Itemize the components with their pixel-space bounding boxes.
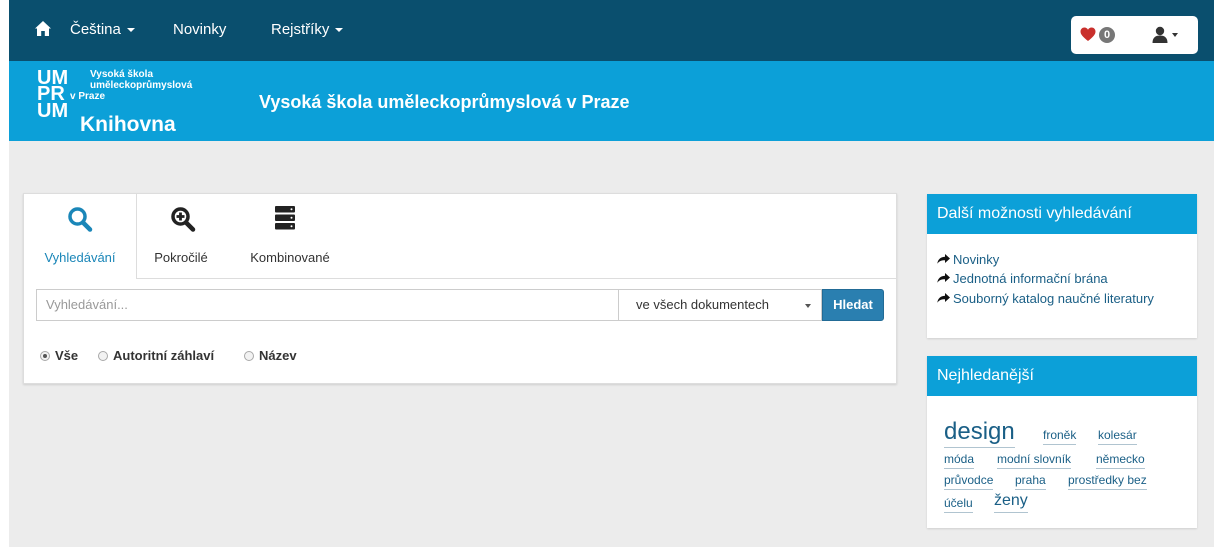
search-input[interactable]: Vyhledávání... xyxy=(36,289,618,321)
tag-guide[interactable]: průvodce xyxy=(944,474,994,490)
more-options-title: Další možnosti vyhledávání xyxy=(927,194,1197,234)
radio-title-control[interactable] xyxy=(244,351,254,361)
chevron-down-icon xyxy=(805,304,811,308)
tab-advanced-label: Pokročilé xyxy=(154,250,208,265)
share-arrow-icon xyxy=(937,273,950,283)
tag-fashion-dictionary[interactable]: modní slovník xyxy=(997,453,1072,469)
tag-fronek[interactable]: froněk xyxy=(1043,429,1077,445)
search-scope-select[interactable]: ve všech dokumentech xyxy=(618,289,822,321)
user-icon[interactable] xyxy=(1152,26,1168,43)
user-toolbar: 0 xyxy=(1071,16,1198,54)
tag-means-without[interactable]: prostředky bez xyxy=(1068,474,1147,490)
logo-small-3: v Praze xyxy=(70,91,106,102)
favorites-count-badge[interactable]: 0 xyxy=(1099,27,1115,43)
tag-moda[interactable]: móda xyxy=(944,453,975,469)
page-title: Vysoká škola uměleckoprůmyslová v Praze xyxy=(259,92,630,112)
tag-design[interactable]: design xyxy=(944,420,1015,448)
search-scope-value: ve všech dokumentech xyxy=(636,297,769,312)
logo-line-3: UM xyxy=(37,100,69,122)
radio-authority-control[interactable] xyxy=(98,351,108,361)
chevron-down-icon xyxy=(1172,33,1178,37)
popular-searches-box: Nejhledanější design froněk kolesár móda… xyxy=(927,356,1197,528)
tag-kolesar[interactable]: kolesár xyxy=(1098,429,1137,445)
page-frame: Čeština Novinky Rejstříky 0 UM PR UM Vys… xyxy=(9,0,1214,547)
more-options-box: Další možnosti vyhledávání Novinky Jedno… xyxy=(927,194,1197,338)
search-panel: Vyhledávání Pokročilé Kombinované Vyhled… xyxy=(23,193,897,384)
more-item-news[interactable]: Novinky xyxy=(937,252,999,267)
search-button[interactable]: Hledat xyxy=(822,289,884,321)
nav-news-label: Novinky xyxy=(173,21,227,38)
tab-search-label: Vyhledávání xyxy=(44,250,116,265)
radio-title[interactable]: Název xyxy=(244,348,297,364)
share-arrow-icon xyxy=(937,254,950,264)
nav-news-link[interactable]: Novinky xyxy=(173,21,226,38)
more-item-news-label: Novinky xyxy=(953,252,1000,267)
zoom-in-icon xyxy=(171,207,196,232)
chevron-down-icon xyxy=(126,28,135,33)
radio-all-control[interactable] xyxy=(40,351,50,361)
home-icon[interactable] xyxy=(34,20,52,38)
tag-prague[interactable]: praha xyxy=(1015,474,1046,490)
more-item-jib-label: Jednotná informační brána xyxy=(953,271,1108,286)
tab-search[interactable]: Vyhledávání xyxy=(24,194,137,278)
heart-icon[interactable] xyxy=(1080,27,1096,42)
logo-small-1: Vysoká škola xyxy=(90,69,154,80)
tag-germany[interactable]: německo xyxy=(1096,453,1145,469)
radio-title-label: Název xyxy=(259,348,297,363)
language-label: Čeština xyxy=(70,21,121,38)
tabs-divider xyxy=(136,278,896,279)
search-icon xyxy=(68,207,93,232)
registers-label: Rejstříky xyxy=(271,21,330,38)
more-item-catalog-label: Souborný katalog naučné literatury xyxy=(953,291,1154,306)
more-item-catalog[interactable]: Souborný katalog naučné literatury xyxy=(937,291,1154,306)
radio-authority[interactable]: Autoritní záhlaví xyxy=(98,348,214,364)
logo-library-word: Knihovna xyxy=(80,113,176,136)
tag-purpose[interactable]: účelu xyxy=(944,497,973,513)
logo-small-2: uměleckoprůmyslová xyxy=(90,80,193,91)
radio-all-label: Vše xyxy=(55,348,79,363)
registers-dropdown[interactable]: Rejstříky xyxy=(271,21,344,38)
radio-authority-label: Autoritní záhlaví xyxy=(113,348,215,363)
radio-all[interactable]: Vše xyxy=(40,348,78,364)
popular-title: Nejhledanější xyxy=(927,356,1197,396)
more-item-jib[interactable]: Jednotná informační brána xyxy=(937,271,1108,286)
tab-combined[interactable]: Kombinované xyxy=(232,194,348,278)
server-icon xyxy=(275,206,295,230)
tab-combined-label: Kombinované xyxy=(250,250,330,265)
top-navbar: Čeština Novinky Rejstříky 0 xyxy=(9,0,1214,61)
tab-advanced[interactable]: Pokročilé xyxy=(137,194,225,278)
share-arrow-icon xyxy=(937,293,950,303)
language-dropdown[interactable]: Čeština xyxy=(70,21,135,38)
chevron-down-icon xyxy=(335,28,344,33)
tag-women[interactable]: ženy xyxy=(994,493,1028,513)
